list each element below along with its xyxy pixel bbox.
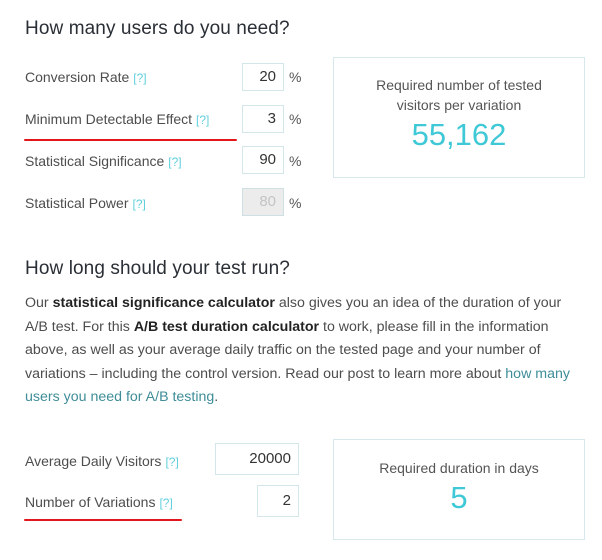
number-of-variations-label-text: Number of Variations	[25, 494, 156, 510]
required-visitors-value: 55,162	[411, 117, 507, 152]
duration-description-paragraph: Our statistical significance calculator …	[25, 292, 580, 410]
paragraph-text-4: .	[214, 389, 219, 406]
paragraph-text-1: Our	[25, 295, 53, 311]
minimum-detectable-effect-percent-unit: %	[289, 111, 302, 127]
annotation-underline-variations	[24, 519, 182, 521]
conversion-rate-input[interactable]: 20	[242, 63, 284, 91]
conversion-rate-percent-unit: %	[289, 69, 302, 85]
required-duration-value: 5	[450, 480, 468, 515]
paragraph-bold-stat-sig-calculator: statistical significance calculator	[52, 295, 275, 311]
statistical-power-percent-unit: %	[289, 195, 302, 211]
minimum-detectable-effect-help-link[interactable]: [?]	[196, 113, 209, 127]
conversion-rate-label-text: Conversion Rate	[25, 69, 130, 85]
section-title-users-needed: How many users do you need?	[25, 18, 290, 39]
statistical-significance-percent-unit: %	[289, 153, 302, 169]
statistical-significance-label-text: Statistical Significance	[25, 153, 165, 169]
paragraph-bold-duration-calculator: A/B test duration calculator	[133, 318, 320, 335]
required-visitors-label-line1: Required number of tested	[376, 77, 542, 93]
annotation-underline-mde	[24, 139, 237, 141]
statistical-power-label-text: Statistical Power	[25, 195, 129, 211]
statistical-power-label: Statistical Power [?]	[25, 195, 146, 211]
minimum-detectable-effect-label: Minimum Detectable Effect [?]	[25, 111, 209, 127]
required-duration-result-box: Required duration in days 5	[333, 439, 585, 540]
statistical-significance-help-link[interactable]: [?]	[168, 155, 181, 169]
required-duration-label: Required duration in days	[379, 460, 539, 476]
minimum-detectable-effect-label-text: Minimum Detectable Effect	[25, 111, 193, 127]
statistical-significance-input[interactable]: 90	[242, 146, 284, 174]
average-daily-visitors-input[interactable]: 20000	[215, 443, 299, 475]
average-daily-visitors-help-link[interactable]: [?]	[165, 455, 178, 469]
required-visitors-label-line2: visitors per variation	[396, 97, 522, 113]
number-of-variations-label: Number of Variations [?]	[25, 494, 173, 510]
required-visitors-result-box: Required number of tested visitors per v…	[333, 57, 585, 178]
number-of-variations-input[interactable]: 2	[257, 485, 299, 517]
statistical-power-help-link[interactable]: [?]	[132, 197, 145, 211]
average-daily-visitors-label: Average Daily Visitors [?]	[25, 453, 179, 469]
statistical-power-input: 80	[242, 188, 284, 216]
conversion-rate-help-link[interactable]: [?]	[133, 71, 146, 85]
number-of-variations-help-link[interactable]: [?]	[159, 496, 172, 510]
statistical-significance-label: Statistical Significance [?]	[25, 153, 182, 169]
average-daily-visitors-label-text: Average Daily Visitors	[25, 453, 162, 469]
section-title-test-duration: How long should your test run?	[25, 258, 290, 279]
conversion-rate-label: Conversion Rate [?]	[25, 69, 147, 85]
minimum-detectable-effect-input[interactable]: 3	[242, 105, 284, 133]
